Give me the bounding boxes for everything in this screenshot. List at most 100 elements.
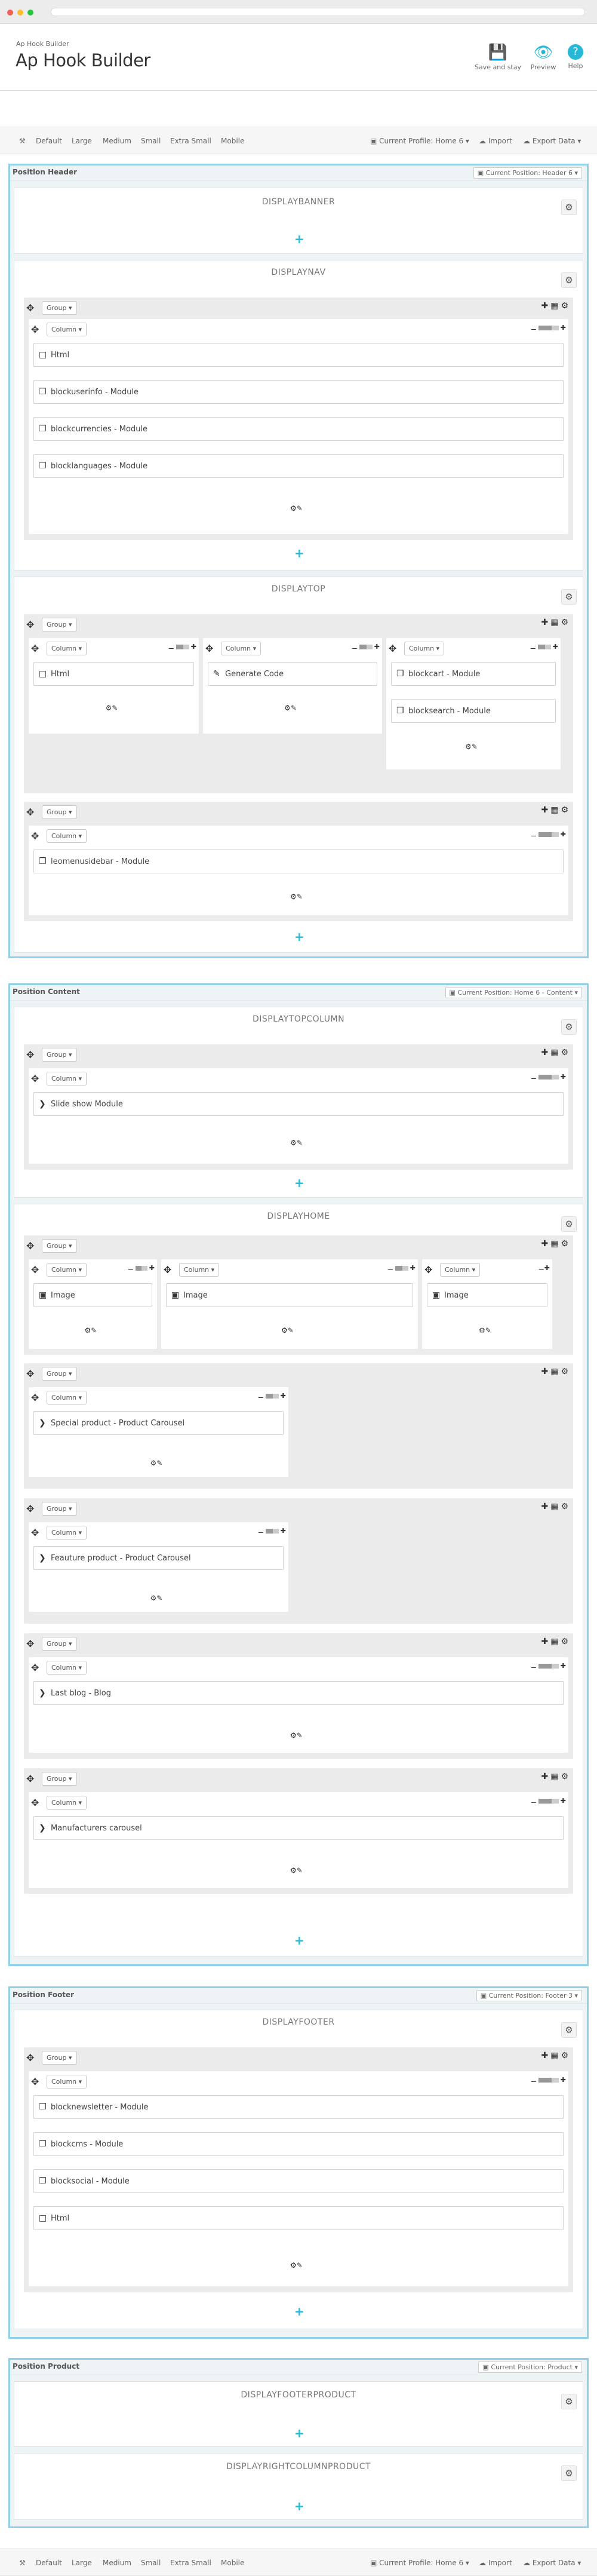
move-icon[interactable]: ✥	[164, 1264, 171, 1275]
widget-module[interactable]: ❒ blocksearch - Module	[391, 699, 556, 723]
gear-icon[interactable]: ⚙	[561, 589, 577, 605]
group-dropdown[interactable]: Group ▾	[42, 1367, 77, 1381]
move-icon[interactable]: ✥	[31, 830, 39, 842]
move-icon[interactable]: ✥	[26, 1049, 34, 1060]
column-dropdown[interactable]: Column ▾	[47, 642, 87, 655]
view-mobile[interactable]: Mobile	[221, 137, 244, 145]
import-button[interactable]: ☁ Import	[479, 2559, 512, 2567]
close-window-icon[interactable]	[7, 10, 13, 16]
column-settings-icons[interactable]: ⚙✎	[290, 504, 303, 513]
column-settings-icons[interactable]: ⚙✎	[150, 1594, 163, 1602]
group-dropdown[interactable]: Group ▾	[42, 301, 77, 315]
import-button[interactable]: ☁ Import	[479, 137, 512, 145]
add-group-icon[interactable]: +	[294, 1934, 304, 1946]
column-dropdown[interactable]: Column ▾	[47, 1526, 87, 1540]
widget-module[interactable]: ❒ blockcart - Module	[391, 662, 556, 686]
move-icon[interactable]: ✥	[205, 643, 213, 654]
column-dropdown[interactable]: Column ▾	[47, 2075, 87, 2089]
column-width-controls[interactable]: ⚊✚	[258, 1527, 286, 1535]
group-actions[interactable]: ✚▦⚙	[541, 301, 571, 311]
gear-icon[interactable]: ⚙	[561, 2465, 577, 2481]
current-profile-dropdown[interactable]: ▣ Current Profile: Home 6 ▾	[370, 2559, 469, 2567]
move-icon[interactable]: ✥	[424, 1264, 432, 1275]
column-dropdown[interactable]: Column ▾	[47, 1661, 87, 1675]
column-settings-icons[interactable]: ⚙✎	[290, 1731, 303, 1740]
view-extra-small[interactable]: Extra Small	[170, 2559, 211, 2567]
gear-icon[interactable]: ⚙	[561, 2394, 577, 2409]
breadcrumb[interactable]: Ap Hook Builder	[16, 40, 69, 48]
column-settings-icons[interactable]: ⚙✎	[290, 1866, 303, 1875]
column-dropdown[interactable]: Column ▾	[404, 642, 445, 655]
move-icon[interactable]: ✥	[26, 1638, 34, 1649]
move-icon[interactable]: ✥	[389, 643, 396, 654]
group-dropdown[interactable]: Group ▾	[42, 805, 77, 819]
move-icon[interactable]: ✥	[26, 806, 34, 818]
column-dropdown[interactable]: Column ▾	[221, 642, 261, 655]
group-dropdown[interactable]: Group ▾	[42, 1772, 77, 1786]
move-icon[interactable]: ✥	[31, 1264, 39, 1275]
widget-blog[interactable]: ❯ Last blog - Blog	[33, 1681, 564, 1705]
group-actions[interactable]: ✚▦⚙	[541, 805, 571, 815]
current-position-dropdown[interactable]: ▣ Current Position: Footer 3 ▾	[476, 1990, 582, 2001]
widget-module[interactable]: ❒ blocklanguages - Module	[33, 454, 564, 478]
move-icon[interactable]: ✥	[26, 1368, 34, 1379]
group-dropdown[interactable]: Group ▾	[42, 1239, 77, 1253]
column-dropdown[interactable]: Column ▾	[47, 1796, 87, 1810]
add-group-icon[interactable]: +	[294, 2427, 304, 2439]
widget-product-carousel[interactable]: ❯ Special product - Product Carousel	[33, 1411, 284, 1435]
column-settings-icons[interactable]: ⚙✎	[290, 2261, 303, 2270]
view-default[interactable]: Default	[36, 2559, 62, 2567]
gear-icon[interactable]: ⚙	[561, 272, 577, 288]
group-actions[interactable]: ✚▦⚙	[541, 1367, 571, 1376]
group-dropdown[interactable]: Group ▾	[42, 1502, 77, 1516]
add-group-icon[interactable]: +	[294, 2305, 304, 2317]
column-width-controls[interactable]: ⚊✚	[531, 830, 566, 838]
move-icon[interactable]: ✥	[26, 1240, 34, 1252]
widget-html[interactable]: □ Html	[33, 2206, 564, 2230]
wrench-icon[interactable]: ⚒	[19, 137, 26, 145]
column-settings-icons[interactable]: ⚙✎	[150, 1459, 163, 1467]
group-actions[interactable]: ✚▦⚙	[541, 1502, 571, 1511]
move-icon[interactable]: ✥	[26, 619, 34, 630]
move-icon[interactable]: ✥	[26, 302, 34, 314]
add-group-icon[interactable]: +	[294, 547, 304, 559]
column-dropdown[interactable]: Column ▾	[47, 1263, 87, 1277]
column-dropdown[interactable]: Column ▾	[47, 323, 87, 336]
add-group-icon[interactable]: +	[294, 931, 304, 943]
column-width-controls[interactable]: ⚊✚	[531, 324, 566, 332]
column-width-controls[interactable]: ⚊✚	[352, 643, 380, 651]
current-position-dropdown[interactable]: ▣ Current Position: Header 6 ▾	[473, 167, 582, 179]
move-icon[interactable]: ✥	[31, 1392, 39, 1403]
minimize-window-icon[interactable]	[17, 10, 23, 16]
column-width-controls[interactable]: ⚊✚	[538, 1264, 550, 1272]
column-width-controls[interactable]: ⚊✚	[531, 1073, 566, 1081]
move-icon[interactable]: ✥	[31, 2076, 39, 2087]
column-settings-icons[interactable]: ⚙✎	[106, 704, 118, 712]
group-dropdown[interactable]: Group ▾	[42, 1637, 77, 1651]
column-width-controls[interactable]: ⚊✚	[531, 1662, 566, 1670]
move-icon[interactable]: ✥	[31, 1073, 39, 1084]
view-small[interactable]: Small	[141, 137, 161, 145]
column-width-controls[interactable]: ⚊✚	[258, 1392, 286, 1400]
column-settings-icons[interactable]: ⚙✎	[281, 1326, 294, 1335]
move-icon[interactable]: ✥	[26, 1503, 34, 1514]
gear-icon[interactable]: ⚙	[561, 2022, 577, 2038]
help-button[interactable]: ? Help	[564, 44, 587, 70]
widget-module[interactable]: ❒ blockcurrencies - Module	[33, 417, 564, 441]
widget-manufacturers-carousel[interactable]: ❯ Manufacturers carousel	[33, 1816, 564, 1840]
group-actions[interactable]: ✚▦⚙	[541, 1048, 571, 1057]
gear-icon[interactable]: ⚙	[561, 200, 577, 215]
column-dropdown[interactable]: Column ▾	[47, 1072, 87, 1085]
widget-module[interactable]: ❒ blockuserinfo - Module	[33, 380, 564, 404]
view-extra-small[interactable]: Extra Small	[170, 137, 211, 145]
column-dropdown[interactable]: Column ▾	[47, 1391, 87, 1404]
group-actions[interactable]: ✚▦⚙	[541, 1772, 571, 1781]
add-group-icon[interactable]: +	[294, 233, 304, 245]
column-settings-icons[interactable]: ⚙✎	[290, 1139, 303, 1147]
widget-image[interactable]: ▣ Image	[33, 1283, 152, 1307]
current-profile-dropdown[interactable]: ▣ Current Profile: Home 6 ▾	[370, 137, 469, 145]
widget-product-carousel[interactable]: ❯ Feauture product - Product Carousel	[33, 1546, 284, 1570]
view-large[interactable]: Large	[72, 2559, 92, 2567]
column-settings-icons[interactable]: ⚙✎	[290, 893, 303, 901]
column-settings-icons[interactable]: ⚙✎	[479, 1326, 491, 1335]
